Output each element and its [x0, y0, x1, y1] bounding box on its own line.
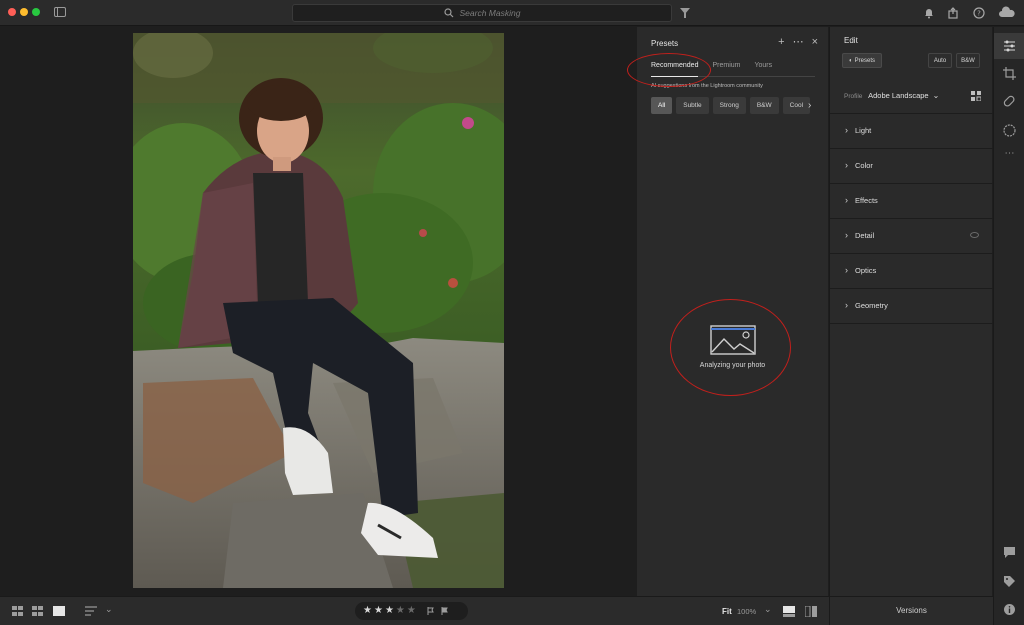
- auto-button[interactable]: Auto: [928, 53, 952, 68]
- photo-canvas[interactable]: [0, 27, 637, 596]
- portrait-photo: [133, 33, 504, 588]
- tab-premium[interactable]: Premium: [712, 61, 740, 76]
- bell-icon[interactable]: [922, 6, 936, 20]
- grid-view-icon[interactable]: [12, 606, 23, 616]
- section-geometry[interactable]: › Geometry: [830, 289, 993, 324]
- filter-icon[interactable]: [680, 8, 690, 18]
- comment-icon[interactable]: [1003, 546, 1016, 559]
- star-icon[interactable]: ★: [407, 606, 416, 616]
- section-optics[interactable]: › Optics: [830, 254, 993, 289]
- presets-button[interactable]: ◐ Presets: [842, 53, 882, 68]
- profile-value: Adobe Landscape: [868, 91, 929, 100]
- presets-panel: Presets + ⋯ × Recommended Premium Yours …: [627, 27, 828, 596]
- profile-selector[interactable]: Profile Adobe Landscape ⌄: [844, 91, 981, 103]
- maximize-window-button[interactable]: [32, 8, 40, 16]
- chevron-right-icon: ›: [845, 265, 848, 275]
- eye-icon[interactable]: [970, 232, 979, 238]
- chevron-right-icon: ›: [845, 195, 848, 205]
- preset-filter-chips: All Subtle Strong B&W Cool: [651, 97, 811, 114]
- star-icon[interactable]: ★: [363, 606, 372, 616]
- chevron-right-icon: ›: [845, 125, 848, 135]
- star-icon[interactable]: ★: [385, 606, 394, 616]
- add-preset-icon[interactable]: +: [778, 37, 784, 48]
- chip-cool[interactable]: Cool: [782, 97, 811, 114]
- chip-subtle[interactable]: Subtle: [676, 97, 709, 114]
- crop-icon[interactable]: [1003, 67, 1016, 80]
- chevron-right-icon[interactable]: ›: [808, 101, 811, 111]
- flag-reject-icon[interactable]: [441, 607, 448, 615]
- profile-label: Profile: [844, 93, 863, 100]
- versions-button[interactable]: Versions: [829, 596, 993, 625]
- chevron-right-icon: ›: [845, 160, 848, 170]
- chevron-down-icon[interactable]: ⌄: [764, 604, 772, 615]
- edit-title: Edit: [844, 36, 858, 45]
- chip-all[interactable]: All: [651, 97, 673, 114]
- edit-sections: › Light › Color › Effects › Detail › Opt…: [830, 113, 993, 324]
- section-light[interactable]: › Light: [830, 114, 993, 149]
- chip-bw[interactable]: B&W: [749, 97, 779, 114]
- tool-rail: ⋯: [993, 27, 1024, 625]
- presets-title: Presets: [651, 39, 679, 48]
- zoom-value[interactable]: 100%: [737, 607, 756, 616]
- search-input[interactable]: Search Masking: [292, 4, 672, 22]
- section-detail[interactable]: › Detail: [830, 219, 993, 254]
- detail-view-icon[interactable]: [53, 606, 65, 616]
- healing-icon[interactable]: [1003, 95, 1016, 108]
- tab-yours[interactable]: Yours: [754, 61, 772, 76]
- chevron-right-icon: ›: [845, 230, 848, 240]
- bw-button[interactable]: B&W: [956, 53, 980, 68]
- cloud-icon[interactable]: [998, 6, 1016, 20]
- fit-button[interactable]: Fit: [722, 607, 732, 616]
- info-icon[interactable]: [1003, 603, 1016, 616]
- filmstrip-icon[interactable]: [783, 606, 795, 617]
- edit-sliders-icon[interactable]: [1003, 39, 1016, 52]
- sort-icon[interactable]: [85, 606, 99, 616]
- title-bar: Search Masking ?: [0, 0, 1024, 26]
- tag-icon[interactable]: [1003, 575, 1016, 588]
- search-placeholder: Search Masking: [459, 8, 521, 18]
- help-icon[interactable]: ?: [972, 6, 986, 20]
- more-tools-icon[interactable]: ⋯: [1003, 149, 1016, 162]
- close-icon[interactable]: ×: [812, 37, 818, 48]
- minimize-window-button[interactable]: [20, 8, 28, 16]
- chevron-down-icon[interactable]: ⌄: [105, 604, 113, 615]
- close-window-button[interactable]: [8, 8, 16, 16]
- section-color[interactable]: › Color: [830, 149, 993, 184]
- star-icon[interactable]: ★: [396, 606, 405, 616]
- sidebar-toggle-icon[interactable]: [54, 7, 66, 17]
- chevron-down-icon: ⌄: [932, 91, 940, 100]
- annotation-circle: [670, 299, 791, 396]
- search-icon: [443, 8, 453, 18]
- masking-icon[interactable]: [1003, 124, 1016, 137]
- profile-browser-icon[interactable]: [971, 91, 981, 101]
- chip-strong[interactable]: Strong: [712, 97, 746, 114]
- chevron-right-icon: ›: [845, 300, 848, 310]
- star-rating[interactable]: ★ ★ ★ ★ ★: [355, 602, 468, 620]
- star-icon[interactable]: ★: [374, 606, 383, 616]
- presets-icon: ◐: [849, 58, 853, 64]
- square-grid-icon[interactable]: [32, 606, 43, 616]
- more-options-icon[interactable]: ⋯: [793, 37, 804, 48]
- svg-text:?: ?: [977, 10, 981, 18]
- flag-pick-icon[interactable]: [427, 607, 434, 615]
- edit-panel: Edit ◐ Presets Auto B&W Profile Adobe Lan…: [829, 27, 993, 596]
- bottom-toolbar: ⌄ ★ ★ ★ ★ ★ Fit 100% ⌄: [0, 596, 829, 625]
- share-icon[interactable]: [946, 6, 960, 20]
- annotation-circle: [627, 53, 711, 87]
- section-effects[interactable]: › Effects: [830, 184, 993, 219]
- compare-view-icon[interactable]: [805, 606, 817, 617]
